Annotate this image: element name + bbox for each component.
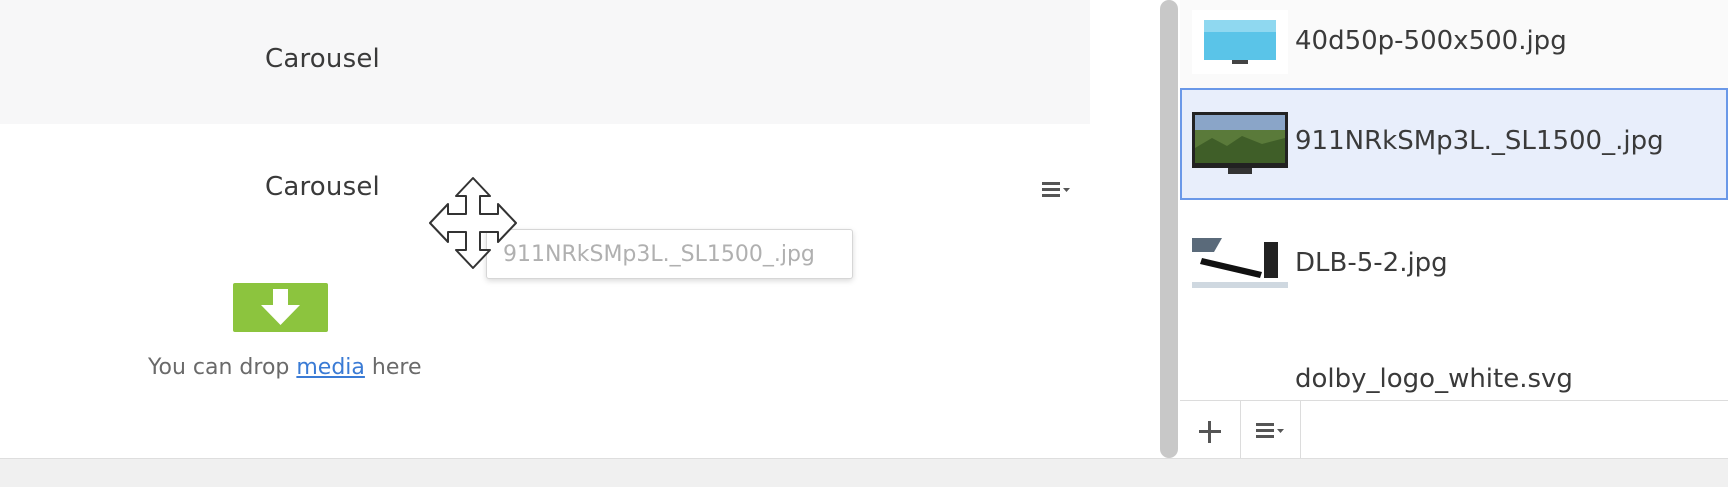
dropzone-text: here	[364, 355, 422, 380]
media-filename: 40d50p-500x500.jpg	[1295, 26, 1567, 56]
media-link[interactable]: media	[296, 355, 365, 380]
move-cursor-icon	[428, 176, 518, 270]
content-row-2[interactable]	[0, 124, 1090, 458]
row-label: Carousel	[265, 44, 380, 74]
row-label: Carousel	[265, 172, 380, 202]
arrow-down-icon	[261, 289, 300, 325]
add-media-button[interactable]	[1180, 401, 1241, 459]
drop-target-icon[interactable]	[233, 283, 328, 332]
dropzone-text: You can drop	[148, 355, 297, 380]
media-panel: 40d50p-500x500.jpg 911NRkSMp3L._SL1500_.…	[1180, 0, 1728, 458]
panel-resize-handle[interactable]	[1160, 0, 1178, 458]
media-filename: DLB-5-2.jpg	[1295, 248, 1448, 278]
media-item[interactable]: 40d50p-500x500.jpg	[1180, 0, 1728, 102]
menu-icon	[1256, 422, 1284, 438]
content-row-1[interactable]: Carousel	[0, 0, 1090, 124]
tv-blue-thumbnail	[1192, 10, 1288, 74]
media-panel-toolbar	[1180, 400, 1728, 459]
drag-ghost-label: 911NRkSMp3L._SL1500_.jpg	[486, 229, 853, 279]
media-filename: 911NRkSMp3L._SL1500_.jpg	[1295, 126, 1664, 156]
row-menu-button[interactable]	[1040, 176, 1072, 204]
media-item[interactable]: DLB-5-2.jpg	[1180, 206, 1728, 318]
dropzone-hint: You can drop media here	[148, 355, 421, 380]
media-item-selected[interactable]: 911NRkSMp3L._SL1500_.jpg	[1180, 88, 1728, 200]
soundbar-thumbnail	[1192, 232, 1288, 296]
tv-landscape-thumbnail	[1192, 108, 1288, 174]
status-bar	[0, 458, 1728, 487]
media-filename: dolby_logo_white.svg	[1295, 364, 1573, 394]
panel-menu-button[interactable]	[1240, 401, 1301, 459]
plus-icon	[1199, 420, 1221, 443]
menu-icon	[1042, 182, 1070, 197]
